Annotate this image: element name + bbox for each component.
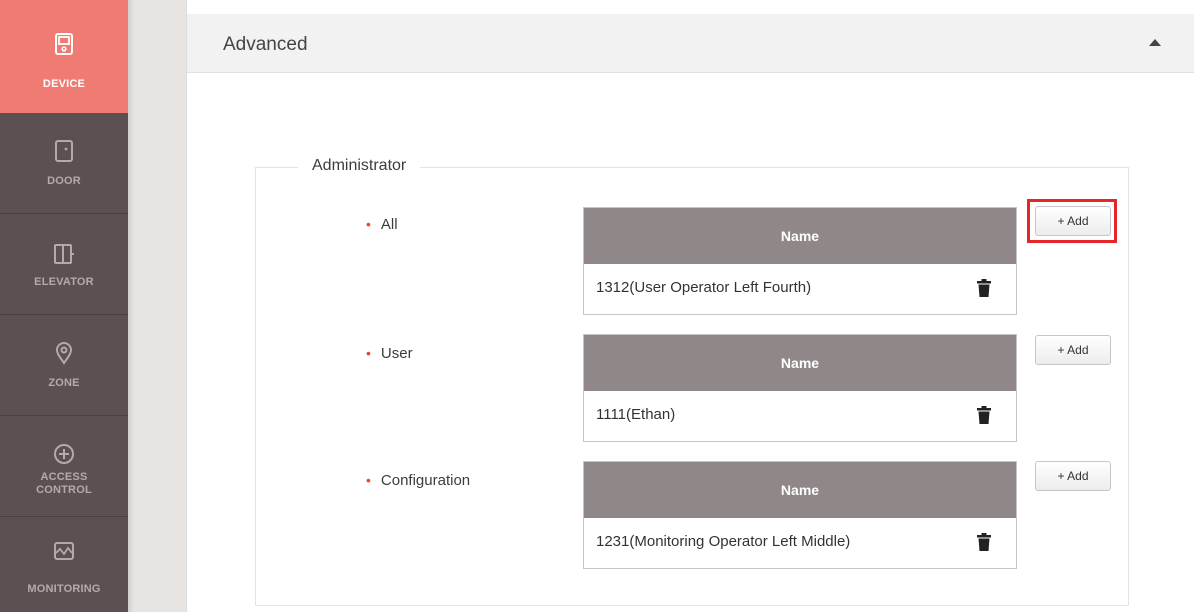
layout-gutter — [128, 0, 186, 612]
nav-item-monitoring[interactable]: MONITORING — [0, 517, 128, 612]
row-label-user: • User — [366, 345, 413, 362]
trash-icon[interactable] — [977, 533, 991, 551]
required-bullet: • — [366, 472, 371, 488]
administrator-legend: Administrator — [298, 157, 421, 175]
add-configuration-button[interactable]: + Add — [1035, 461, 1111, 491]
row-label-text: Configuration — [380, 472, 471, 489]
access-control-icon — [54, 444, 74, 464]
nav-item-label: ELEVATOR — [34, 276, 94, 288]
table-header: Name — [584, 208, 1016, 264]
nav-item-label: MONITORING — [27, 583, 101, 595]
nav-item-device[interactable]: DEVICE — [0, 0, 128, 113]
trash-icon[interactable] — [977, 406, 991, 424]
row-label-all: • All — [366, 216, 398, 233]
nav-label-line2: CONTROL — [36, 484, 92, 496]
row-label-configuration: • Configuration — [366, 472, 470, 489]
device-icon — [55, 33, 73, 55]
caret-up-icon[interactable] — [1148, 37, 1162, 47]
nav-item-label: ZONE — [48, 377, 80, 389]
table-header: Name — [584, 462, 1016, 518]
user-table: Name 1111(Ethan) — [583, 334, 1017, 442]
monitoring-icon — [54, 542, 74, 560]
panel-title: Advanced — [223, 34, 308, 55]
required-bullet: • — [366, 345, 371, 361]
highlight-box — [1027, 199, 1117, 243]
layout-gutter-shadow — [128, 0, 134, 612]
nav-item-door[interactable]: DOOR — [0, 113, 128, 214]
required-bullet: • — [366, 216, 371, 232]
elevator-icon — [54, 244, 74, 264]
nav-item-label: DOOR — [47, 175, 81, 187]
nav-item-label: ACCESS CONTROL — [0, 471, 128, 497]
nav-item-access-control[interactable]: ACCESS CONTROL — [0, 416, 128, 517]
nav-item-label: DEVICE — [42, 78, 86, 90]
table-row[interactable]: 1111(Ethan) — [584, 391, 1016, 441]
table-header: Name — [584, 335, 1016, 391]
table-cell: 1312(User Operator Left Fourth) — [596, 279, 812, 296]
row-label-text: All — [380, 216, 398, 233]
table-cell: 1111(Ethan) — [596, 406, 676, 423]
table-row[interactable]: 1312(User Operator Left Fourth) — [584, 264, 1016, 314]
add-user-button[interactable]: + Add — [1035, 335, 1111, 365]
panel-header[interactable]: Advanced — [187, 14, 1194, 73]
table-cell: 1231(Monitoring Operator Left Middle) — [596, 533, 851, 550]
nav-item-elevator[interactable]: ELEVATOR — [0, 214, 128, 315]
table-row[interactable]: 1231(Monitoring Operator Left Middle) — [584, 518, 1016, 568]
trash-icon[interactable] — [977, 279, 991, 297]
all-table: Name 1312(User Operator Left Fourth) — [583, 207, 1017, 315]
zone-icon — [55, 342, 73, 365]
row-label-text: User — [380, 345, 413, 362]
side-nav: DEVICE DOOR ELEVATOR ZONE ACCESS CONTROL… — [0, 0, 128, 612]
configuration-table: Name 1231(Monitoring Operator Left Middl… — [583, 461, 1017, 569]
nav-label-line1: ACCESS — [40, 471, 88, 483]
door-icon — [55, 140, 73, 162]
nav-item-zone[interactable]: ZONE — [0, 315, 128, 416]
